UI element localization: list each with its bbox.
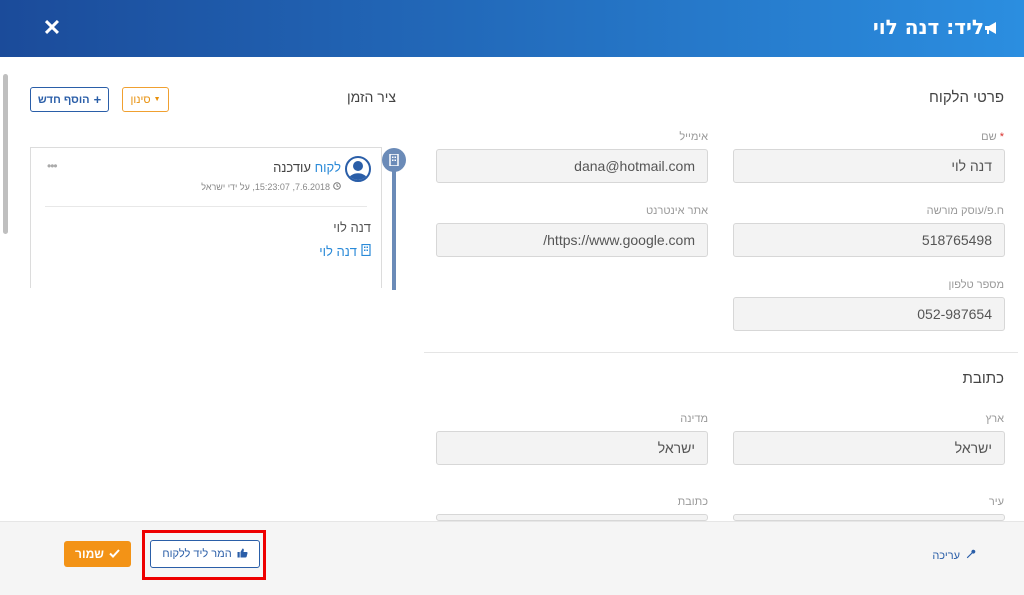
- clock-icon: [333, 182, 341, 192]
- timeline-card-name: דנה לוי: [333, 220, 371, 235]
- country-field[interactable]: ישראל: [733, 431, 1005, 465]
- building-small-icon: [361, 243, 371, 259]
- website-label: אתר אינטרנט: [645, 205, 708, 217]
- add-new-button[interactable]: + הוסף חדש: [30, 87, 109, 112]
- convert-lead-label: המר ליד ללקוח: [162, 548, 232, 560]
- save-button[interactable]: שמור: [64, 541, 131, 567]
- convert-lead-button[interactable]: המר ליד ללקוח: [150, 540, 260, 568]
- plus-icon: +: [93, 92, 102, 107]
- customer-section-title: פרטי הלקוח: [929, 89, 1004, 106]
- name-field[interactable]: דנה לוי: [733, 149, 1005, 183]
- address-section-title: כתובת: [962, 370, 1004, 387]
- street-field[interactable]: [436, 514, 708, 521]
- modal-header: ליד: דנה לוי ✕: [0, 0, 1024, 57]
- state-field[interactable]: ישראל: [436, 431, 708, 465]
- name-label-text: שם: [981, 131, 997, 143]
- scrollbar-thumb[interactable]: [3, 74, 8, 234]
- country-label: ארץ: [985, 413, 1004, 425]
- phone-label: מספר טלפון: [948, 279, 1004, 291]
- timeline-title: ציר הזמן: [346, 89, 396, 105]
- email-field[interactable]: dana@hotmail.com: [436, 149, 708, 183]
- checkmark-icon: [109, 547, 120, 561]
- phone-field[interactable]: 052-987654: [733, 297, 1005, 331]
- edit-button[interactable]: עריכה: [932, 549, 976, 562]
- company-id-field[interactable]: 518765498: [733, 223, 1005, 257]
- timeline-card: לקוח עודכנה 7.6.2018, 15:23:07, על ידי י…: [30, 147, 382, 288]
- thumbs-up-icon: [237, 548, 248, 561]
- timeline-line: [392, 168, 396, 290]
- timeline-meta-text: 7.6.2018, 15:23:07, על ידי ישראל: [201, 182, 330, 192]
- building-icon: [382, 148, 406, 172]
- timeline-card-link-label: דנה לוי: [319, 244, 357, 259]
- filter-label: סינון: [130, 93, 151, 106]
- section-divider: [424, 352, 1018, 353]
- customer-link[interactable]: לקוח: [315, 160, 341, 175]
- card-divider: [45, 206, 367, 207]
- city-label: עיר: [988, 496, 1004, 508]
- save-label: שמור: [75, 547, 104, 561]
- filter-button[interactable]: סינון ▼: [122, 87, 169, 112]
- page-title: ליד: דנה לוי: [872, 15, 984, 39]
- timeline-meta: 7.6.2018, 15:23:07, על ידי ישראל: [201, 182, 341, 192]
- company-id-label: ח.פ/עוסק מורשה: [926, 205, 1004, 217]
- name-label: * שם: [981, 131, 1004, 143]
- add-new-label: הוסף חדש: [37, 93, 90, 106]
- timeline-card-heading: לקוח עודכנה: [273, 160, 341, 175]
- close-icon[interactable]: ✕: [42, 16, 62, 40]
- wrench-icon: [966, 549, 976, 562]
- timeline-card-link[interactable]: דנה לוי: [319, 243, 371, 259]
- caret-down-icon: ▼: [153, 96, 161, 103]
- email-label: אימייל: [679, 131, 708, 143]
- edit-label: עריכה: [932, 549, 960, 562]
- more-options-icon[interactable]: •••: [47, 159, 58, 173]
- timeline-action: עודכנה: [273, 160, 311, 175]
- megaphone-icon: [985, 22, 996, 34]
- street-label: כתובת: [677, 496, 708, 508]
- required-mark: *: [999, 131, 1004, 143]
- avatar: [345, 156, 371, 182]
- website-field[interactable]: https://www.google.com/: [436, 223, 708, 257]
- state-label: מדינה: [680, 413, 708, 425]
- city-field[interactable]: [733, 514, 1005, 521]
